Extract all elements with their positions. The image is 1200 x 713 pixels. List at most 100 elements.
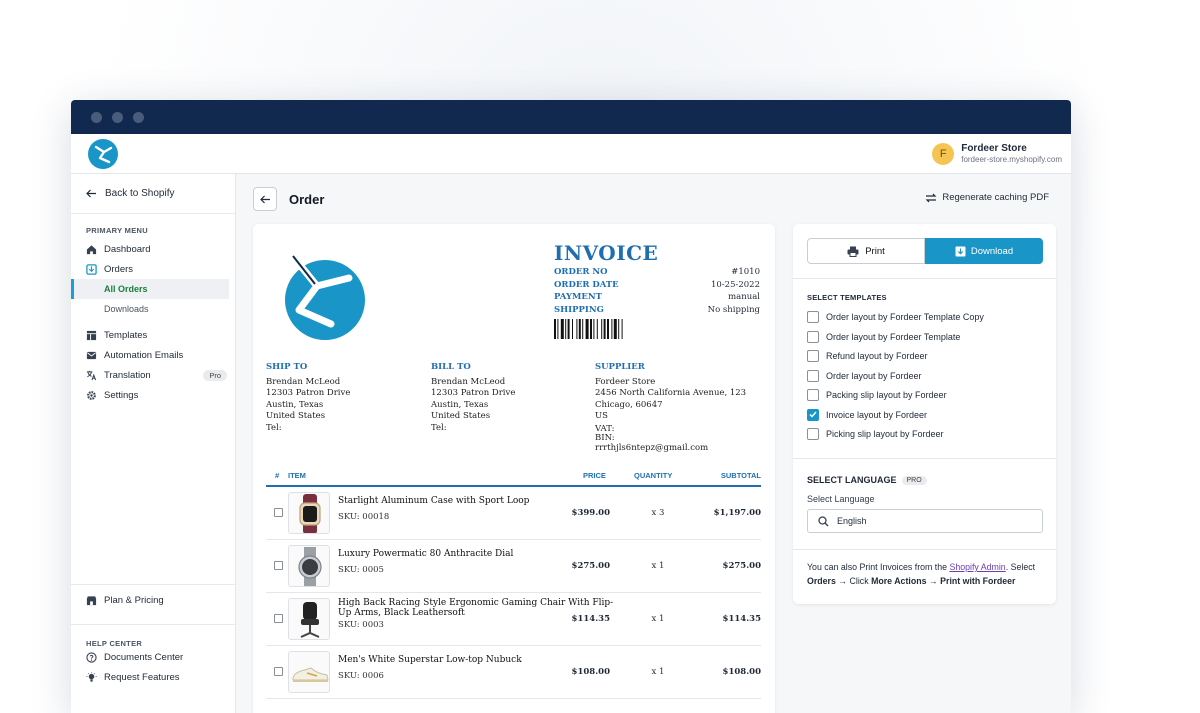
template-option[interactable]: Packing slip layout by Fordeer xyxy=(807,389,947,401)
note-print-with: Print with Fordeer xyxy=(940,575,1016,586)
brand-logo-icon xyxy=(285,250,365,340)
address-line: VAT: xyxy=(595,423,615,434)
sidebar-item-request-features[interactable]: Request Features xyxy=(71,667,235,687)
gear-icon xyxy=(87,390,96,400)
sidebar-item-automation-emails[interactable]: Automation Emails xyxy=(71,345,235,365)
product-subtotal: $114.35 xyxy=(722,614,761,624)
col-num: # xyxy=(275,471,280,480)
refresh-icon xyxy=(925,193,937,202)
template-option[interactable]: Order layout by Fordeer Template xyxy=(807,330,960,343)
note-more-actions: More Actions xyxy=(871,575,927,586)
arrow-left-icon xyxy=(86,189,96,198)
product-name: Starlight Aluminum Case with Sport Loop xyxy=(338,496,530,506)
sidebar-divider xyxy=(71,624,235,625)
row-checkbox[interactable] xyxy=(274,508,283,517)
help-circle-icon xyxy=(86,651,97,663)
meta-key: ORDER NO xyxy=(554,267,608,277)
download-label: Download xyxy=(970,245,1014,257)
print-button[interactable]: Print xyxy=(807,238,925,264)
select-language-heading: SELECT LANGUAGE PRO xyxy=(807,475,927,485)
sidebar-item-documents-center[interactable]: Documents Center xyxy=(71,647,235,667)
template-option[interactable]: Order layout by Fordeer Template Copy xyxy=(807,311,984,323)
address-line: 2456 North California Avenue, 123 xyxy=(595,388,747,399)
arrow-left-icon xyxy=(259,195,270,203)
template-option[interactable]: Order layout by Fordeer xyxy=(807,369,922,382)
window-minimize-dot[interactable] xyxy=(112,111,123,123)
note-text: . Select xyxy=(1005,562,1036,572)
sidebar-item-settings[interactable]: Settings xyxy=(71,385,235,405)
row-checkbox[interactable] xyxy=(274,561,283,570)
template-checkbox[interactable] xyxy=(807,330,819,343)
store-domain: fordeer-store.myshopify.com xyxy=(961,155,1062,164)
supplier-block: SUPPLIER Fordeer Store 2456 North Califo… xyxy=(595,362,746,455)
store-name: Fordeer Store xyxy=(961,143,1027,154)
window-close-dot[interactable] xyxy=(91,111,102,123)
sidebar-item-orders[interactable]: Orders xyxy=(71,259,235,279)
sidebar-item-templates[interactable]: Templates xyxy=(71,325,235,345)
table-row: Men's White Superstar Low-top Nubuck SKU… xyxy=(266,646,761,699)
back-to-shopify-label: Back to Shopify xyxy=(105,188,175,199)
template-option[interactable]: Picking slip layout by Fordeer xyxy=(807,428,944,440)
shopify-admin-link[interactable]: Shopify Admin xyxy=(949,562,1005,572)
print-download-group: Print Download xyxy=(807,238,1043,264)
store-icon xyxy=(86,595,97,605)
address-line: Austin, Texas xyxy=(266,399,324,410)
table-row: Luxury Powermatic 80 Anthracite Dial SKU… xyxy=(266,540,761,593)
print-label: Print xyxy=(865,245,885,257)
sidebar-item-downloads[interactable]: Downloads xyxy=(71,299,235,319)
sidebar-item-label: Orders xyxy=(104,263,134,275)
product-subtotal: $108.00 xyxy=(722,667,761,677)
template-checkbox[interactable] xyxy=(807,369,819,382)
product-subtotal: $275.00 xyxy=(722,561,761,571)
sidebar-item-translation[interactable]: Translation Pro xyxy=(71,365,235,385)
sidebar-item-all-orders[interactable]: All Orders xyxy=(71,279,229,299)
address-line: Fordeer Store xyxy=(595,376,656,387)
col-price: PRICE xyxy=(583,471,606,480)
template-option[interactable]: Refund layout by Fordeer xyxy=(807,350,928,362)
back-button[interactable] xyxy=(253,187,277,211)
template-checkbox[interactable] xyxy=(807,389,819,401)
language-field-label: Select Language xyxy=(807,494,875,504)
regenerate-caching-pdf-button[interactable]: Regenerate caching PDF xyxy=(925,192,1049,203)
address-line: United States xyxy=(431,411,491,422)
invoice-preview: INVOICE ORDER NO #1010 ORDER DATE 10-25-20… xyxy=(253,224,775,713)
page-title: Order xyxy=(289,191,325,207)
app-logo-icon[interactable] xyxy=(87,138,119,170)
template-option[interactable]: Invoice layout by Fordeer xyxy=(807,408,927,421)
home-icon xyxy=(86,244,97,254)
ship-to-block: SHIP TO Brendan McLeod 12303 Patron Driv… xyxy=(266,362,350,435)
watch-icon xyxy=(299,494,321,533)
sidebar-item-label: Templates xyxy=(104,329,148,341)
template-label: Order layout by Fordeer xyxy=(826,370,922,381)
table-row: High Back Racing Style Ergonomic Gaming … xyxy=(266,593,761,646)
window-titlebar xyxy=(71,100,1071,134)
template-checkbox[interactable] xyxy=(807,350,819,362)
sidebar-item-label: Translation xyxy=(104,369,151,381)
template-checkbox[interactable] xyxy=(807,428,819,440)
template-checkbox[interactable] xyxy=(807,311,819,323)
invoice-title: INVOICE xyxy=(554,241,659,265)
product-quantity: x 1 xyxy=(651,667,665,677)
back-to-shopify-link[interactable]: Back to Shopify xyxy=(71,174,235,214)
pro-badge: Pro xyxy=(203,369,227,381)
window-maximize-dot[interactable] xyxy=(133,111,144,123)
sidebar-item-dashboard[interactable]: Dashboard xyxy=(71,239,235,259)
template-checkbox-checked[interactable] xyxy=(807,408,819,421)
store-switcher[interactable]: F Fordeer Store fordeer-store.myshopify.… xyxy=(932,142,1062,165)
language-select[interactable]: English xyxy=(807,509,1043,533)
product-price: $399.00 xyxy=(571,508,610,518)
sidebar-item-plan-pricing[interactable]: Plan & Pricing xyxy=(71,590,235,610)
watch-icon xyxy=(298,547,322,586)
meta-value: #1010 xyxy=(731,267,760,277)
download-button[interactable]: Download xyxy=(925,238,1043,264)
row-checkbox[interactable] xyxy=(274,614,283,623)
chair-icon xyxy=(300,602,320,638)
printer-icon xyxy=(847,246,859,257)
row-checkbox[interactable] xyxy=(274,667,283,676)
meta-row: PAYMENT manual xyxy=(554,292,760,305)
avatar: F xyxy=(932,142,955,165)
bulb-icon xyxy=(86,671,97,682)
shoe-icon xyxy=(292,667,329,682)
sidebar-item-label: Downloads xyxy=(104,304,149,314)
note-text: → Click xyxy=(835,575,872,586)
